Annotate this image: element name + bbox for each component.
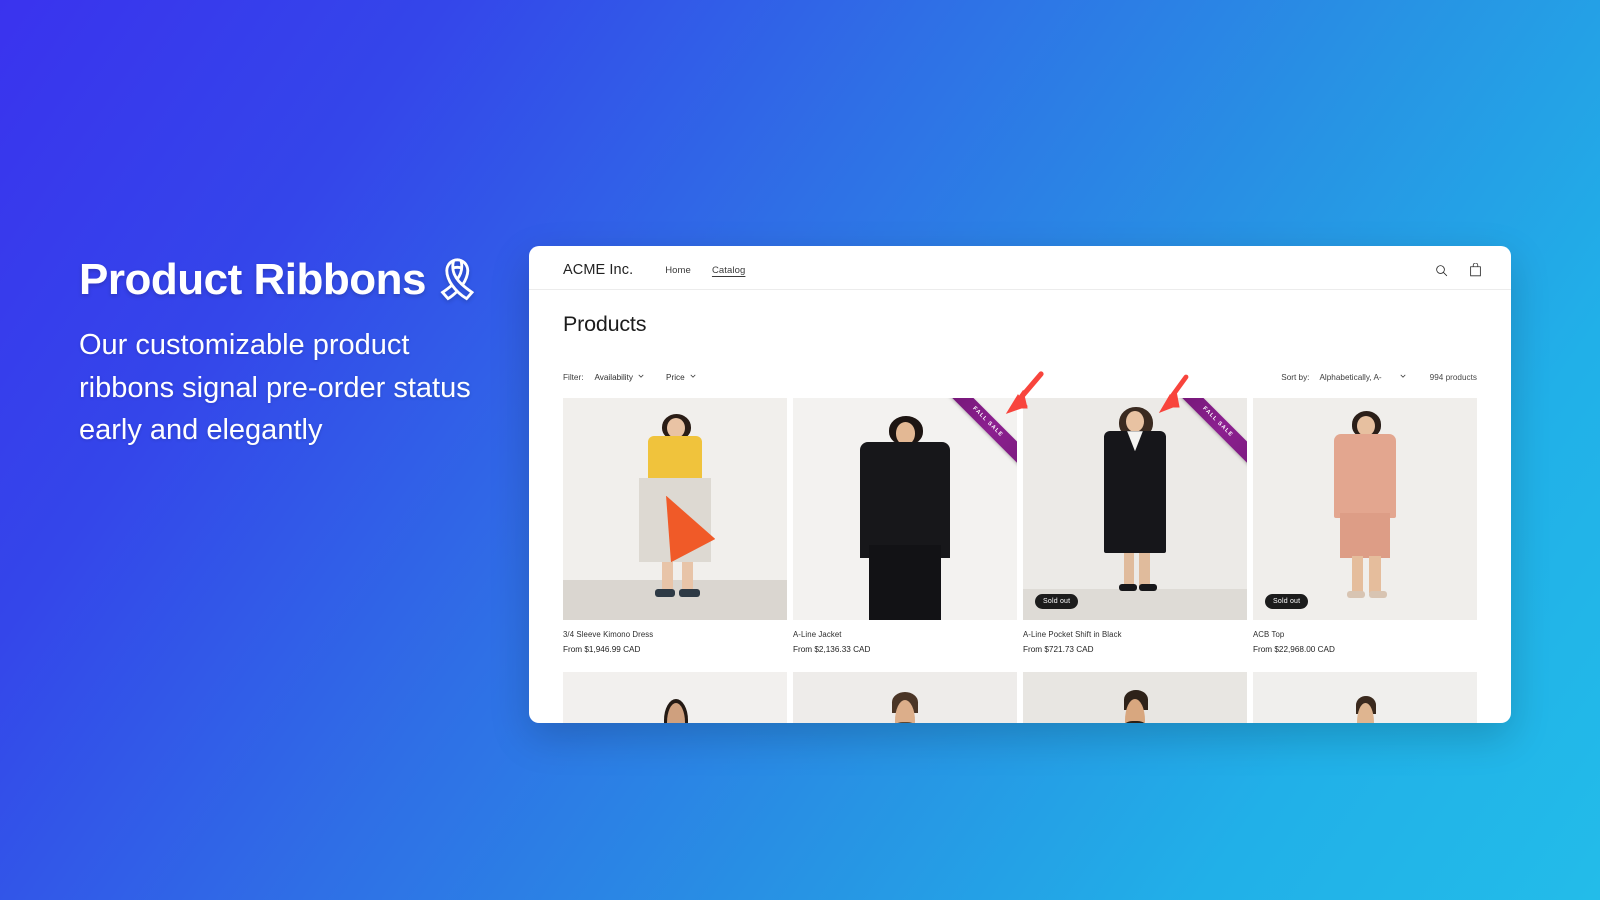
product-image[interactable] xyxy=(563,672,787,723)
page-title: Products xyxy=(563,312,647,336)
filter-availability-label: Availability xyxy=(594,373,633,382)
ribbon-emoji-icon: 🎗 xyxy=(431,258,483,303)
chevron-down-icon xyxy=(638,374,644,380)
status-badge: Sold out xyxy=(1035,593,1079,609)
sort-select-value: Alphabetically, A- xyxy=(1319,373,1382,382)
product-title[interactable]: A-Line Pocket Shift in Black xyxy=(1023,630,1247,639)
nav-item-home[interactable]: Home xyxy=(665,265,691,276)
product-card[interactable]: 3/4 Sleeve Kimono Dress From $1,946.99 C… xyxy=(563,398,787,654)
product-card[interactable]: FALL SALE A-Line Jacket From $2,136.33 C… xyxy=(793,398,1017,654)
product-image[interactable] xyxy=(563,398,787,620)
promo-title: Product Ribbons 🎗 xyxy=(79,255,509,306)
cart-icon[interactable] xyxy=(1468,263,1483,278)
product-title[interactable]: ACB Top xyxy=(1253,630,1477,639)
promo-block: Product Ribbons 🎗 Our customizable produ… xyxy=(79,255,509,452)
product-price: From $22,968.00 CAD xyxy=(1253,645,1335,654)
product-count: 994 products xyxy=(1429,373,1477,382)
product-image[interactable]: FALL SALE xyxy=(793,398,1017,620)
product-title[interactable]: A-Line Jacket xyxy=(793,630,1017,639)
collection-content: Products Filter: Availability Price Sort… xyxy=(529,290,1511,723)
status-badge: Sold out xyxy=(1265,593,1309,609)
sort-by-label: Sort by: xyxy=(1281,373,1310,382)
search-icon[interactable] xyxy=(1434,263,1449,278)
promo-subtitle: Our customizable product ribbons signal … xyxy=(79,328,471,447)
store-header: ACME Inc. Home Catalog xyxy=(529,251,1511,290)
product-card[interactable] xyxy=(1253,672,1477,723)
filter-label: Filter: xyxy=(563,373,584,382)
filter-price[interactable]: Price xyxy=(666,373,696,382)
chevron-down-icon xyxy=(690,374,696,380)
main-nav: Home Catalog xyxy=(665,265,745,276)
sort-area: Sort by: Alphabetically, A- 994 products xyxy=(1281,373,1477,382)
product-grid-row-2 xyxy=(563,672,1477,723)
product-title[interactable]: 3/4 Sleeve Kimono Dress xyxy=(563,630,787,639)
product-card[interactable] xyxy=(563,672,787,723)
storefront-panel: ACME Inc. Home Catalog Products Filter: xyxy=(529,246,1511,723)
product-price: From $721.73 CAD xyxy=(1023,645,1094,654)
header-icons xyxy=(1434,263,1483,278)
promo-title-text: Product Ribbons xyxy=(79,255,426,304)
product-image[interactable]: Sold out xyxy=(1253,398,1477,620)
product-image[interactable]: FALL SALE Sold out xyxy=(1023,398,1247,620)
nav-item-catalog[interactable]: Catalog xyxy=(712,265,745,276)
filter-price-label: Price xyxy=(666,373,685,382)
product-image[interactable] xyxy=(1253,672,1477,723)
product-image[interactable] xyxy=(1023,672,1247,723)
sort-select[interactable]: Alphabetically, A- xyxy=(1319,373,1406,382)
product-price: From $1,946.99 CAD xyxy=(563,645,641,654)
product-card[interactable] xyxy=(1023,672,1247,723)
product-grid: 3/4 Sleeve Kimono Dress From $1,946.99 C… xyxy=(563,398,1477,654)
product-card[interactable]: FALL SALE Sold out A-Line Pocket Shift i… xyxy=(1023,398,1247,654)
product-price: From $2,136.33 CAD xyxy=(793,645,871,654)
filter-availability[interactable]: Availability xyxy=(594,373,644,382)
product-card[interactable]: Sold out ACB Top From $22,968.00 CAD xyxy=(1253,398,1477,654)
collection-toolbar: Filter: Availability Price Sort by: Alph… xyxy=(563,373,1477,382)
chevron-down-icon xyxy=(1400,374,1406,380)
store-brand[interactable]: ACME Inc. xyxy=(563,262,633,278)
product-image[interactable] xyxy=(793,672,1017,723)
product-card[interactable] xyxy=(793,672,1017,723)
